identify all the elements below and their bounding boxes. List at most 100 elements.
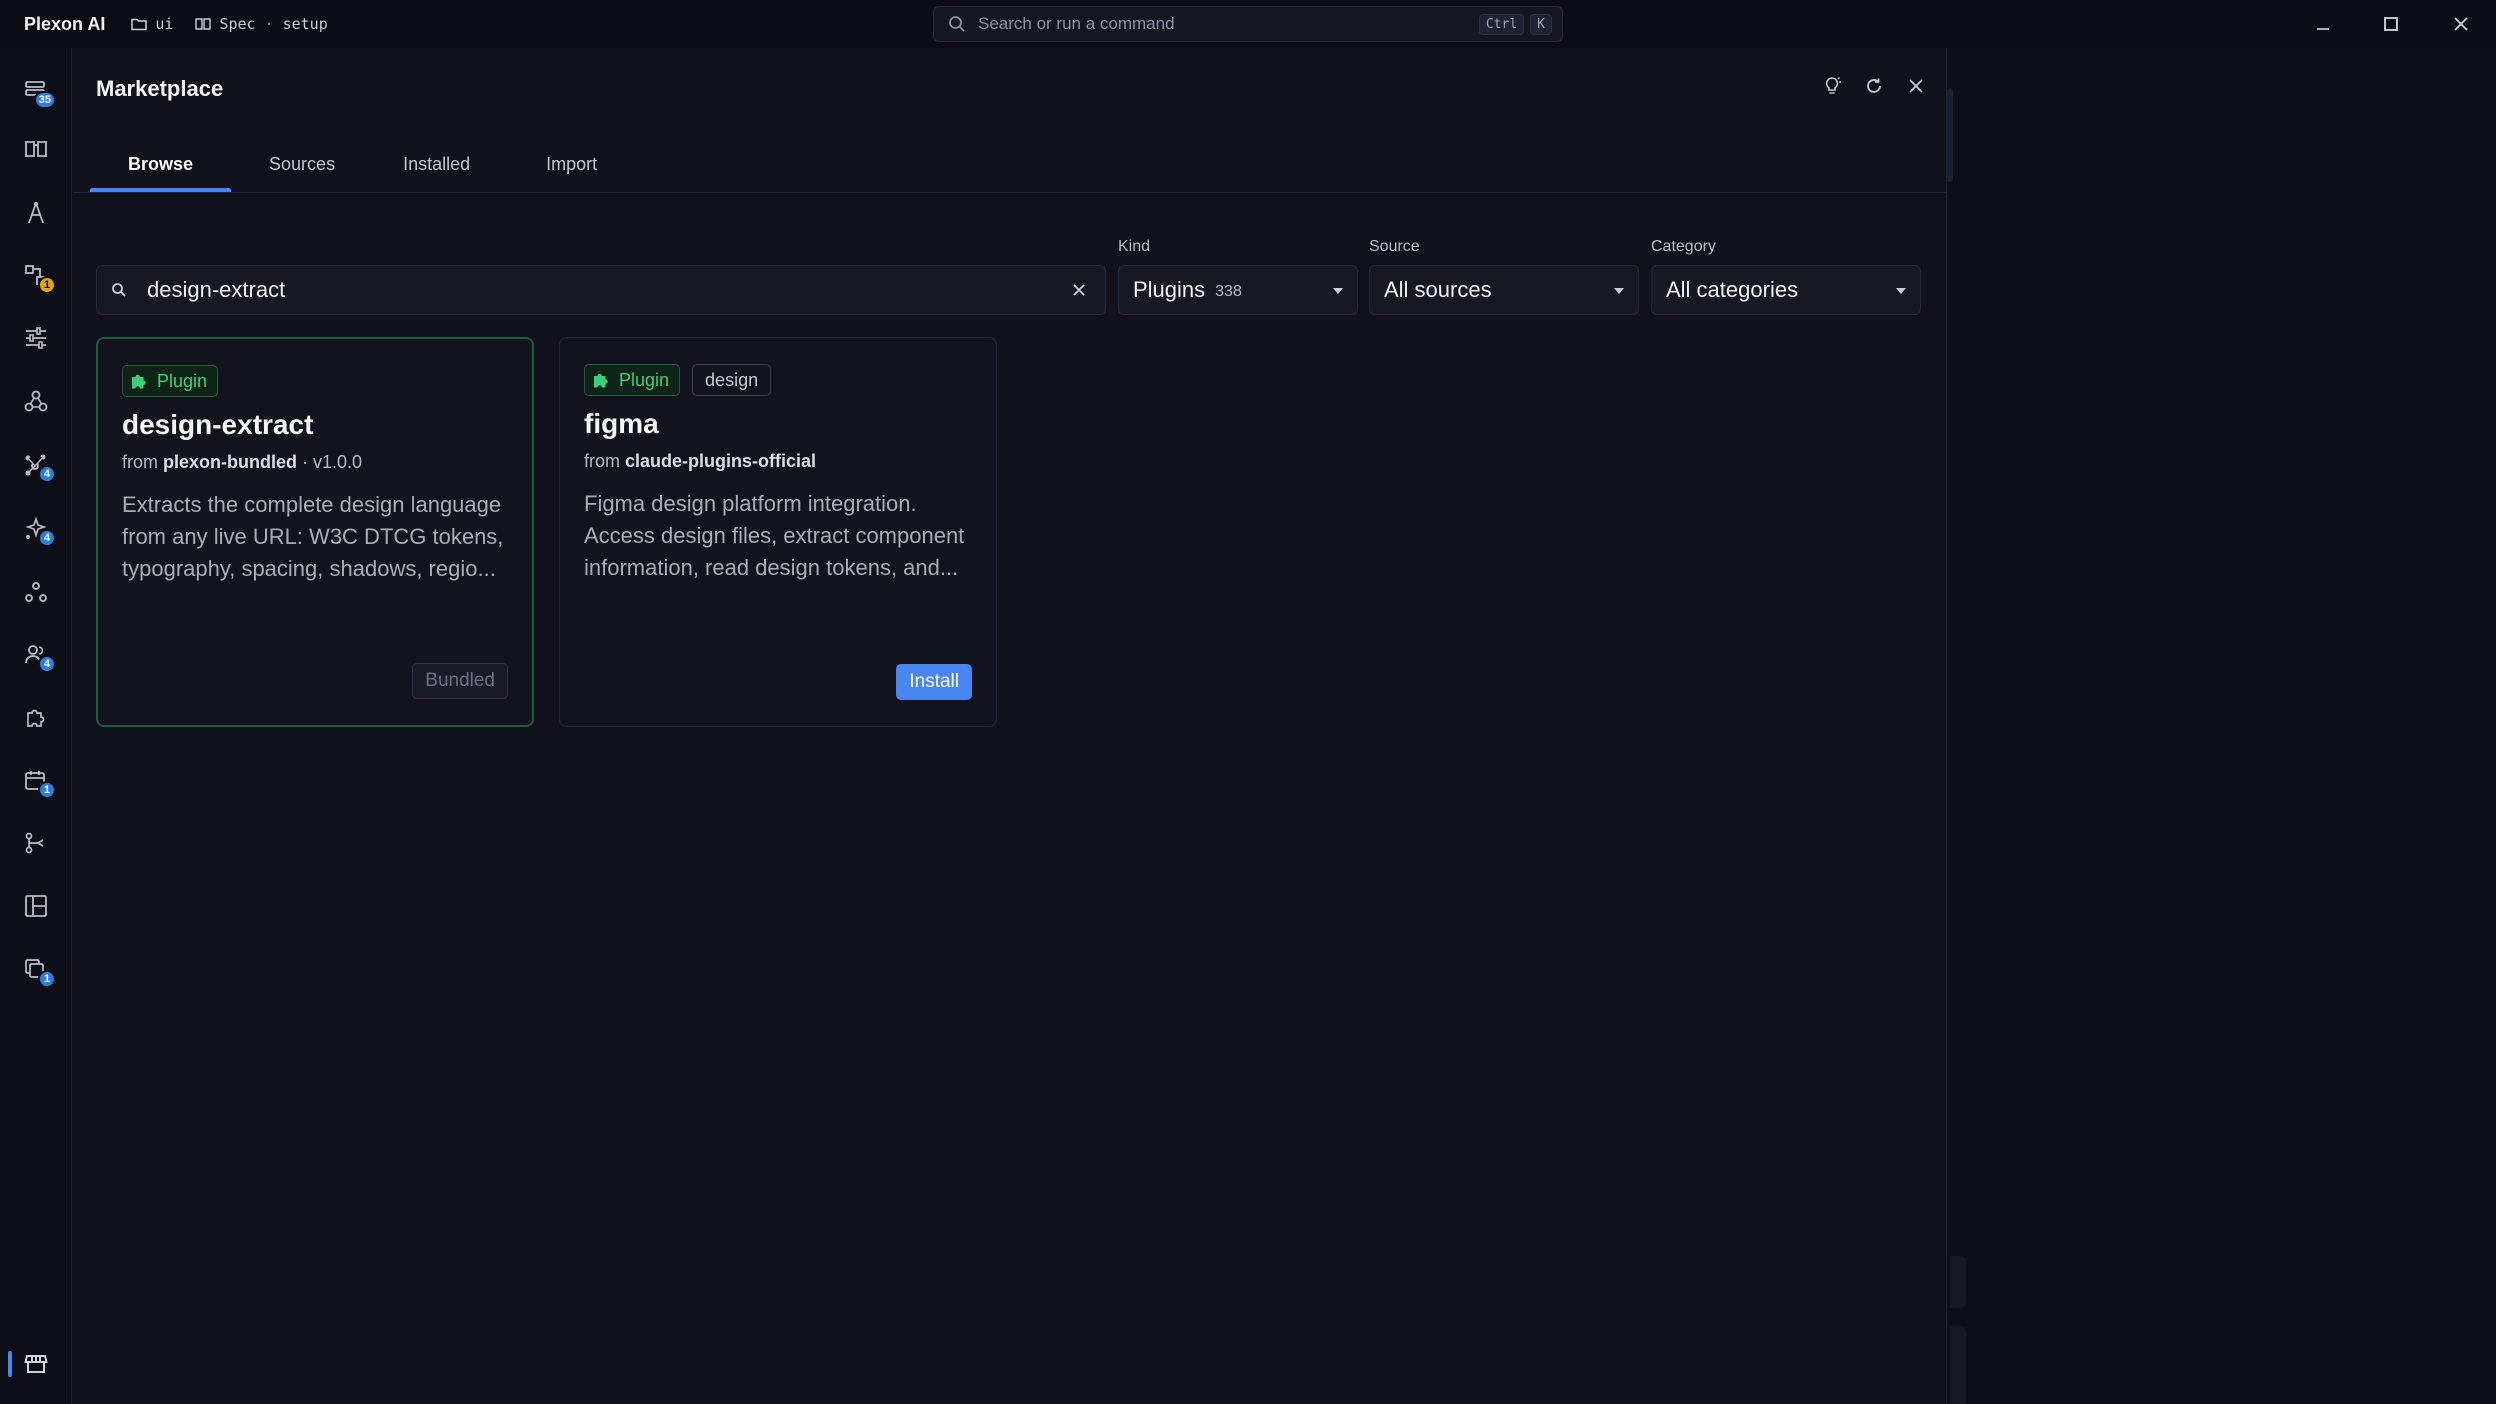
- card-source: from plexon-bundled · v1.0.0: [122, 452, 362, 473]
- chevron-down-icon: [1614, 288, 1624, 294]
- refresh-button[interactable]: [1864, 76, 1884, 96]
- close-panel-button[interactable]: [1906, 76, 1926, 96]
- marketplace-tabs: Browse Sources Installed Import: [90, 136, 635, 192]
- category-filter: Category All categories: [1651, 238, 1921, 315]
- webhook-icon: [24, 390, 48, 412]
- card-description: Figma design platform integration. Acces…: [584, 491, 965, 580]
- rail-item-compass[interactable]: [16, 193, 56, 233]
- card-source: from claude-plugins-official: [584, 451, 816, 472]
- rail-item-sliders[interactable]: [16, 318, 56, 358]
- puzzle-icon: [27, 709, 45, 727]
- plugin-badge: Plugin: [122, 365, 219, 397]
- command-search[interactable]: Search or run a command Ctrl K: [933, 6, 1563, 42]
- category-value: All categories: [1666, 277, 1799, 302]
- side-handle[interactable]: [1950, 1326, 1966, 1404]
- rail-item-webhooks[interactable]: [16, 381, 56, 421]
- close-icon: [1909, 79, 1923, 93]
- shortcut-key: K: [1530, 14, 1552, 35]
- compass-icon: [28, 202, 44, 224]
- rail-item-plugins[interactable]: [16, 698, 56, 738]
- search-input[interactable]: [145, 270, 1059, 310]
- rail-item-agents[interactable]: 4: [16, 509, 56, 549]
- store-icon: [24, 1355, 48, 1373]
- close-icon: [1073, 284, 1085, 296]
- rail-item-schedule[interactable]: 1: [16, 761, 56, 801]
- tabs-divider: [73, 192, 1947, 193]
- search-icon: [111, 282, 127, 298]
- rail-badge: 4: [38, 529, 56, 547]
- card-version: · v1.0.0: [302, 452, 363, 472]
- app-name: Plexon AI: [24, 13, 106, 34]
- rail-item-book[interactable]: [16, 129, 56, 169]
- editor-area: [1948, 48, 2496, 1404]
- rail-item-workflow[interactable]: 1: [16, 256, 56, 296]
- activity-rail: 35 1 4 4 4 1 1: [0, 48, 72, 1404]
- plugin-badge-label: Plugin: [157, 370, 208, 391]
- kind-value: Plugins: [1133, 277, 1206, 302]
- side-handle[interactable]: [1950, 1256, 1966, 1308]
- shortcut-hint: Ctrl K: [1478, 14, 1552, 35]
- plugin-card-figma[interactable]: Plugin design figma from claude-plugins-…: [559, 337, 997, 727]
- maximize-button[interactable]: [2356, 0, 2426, 48]
- tab-browse[interactable]: Browse: [90, 136, 232, 192]
- kind-filter: Kind Plugins 338: [1118, 238, 1358, 315]
- lightbulb-icon: [1825, 77, 1841, 94]
- panel-actions: [1822, 76, 1926, 96]
- chevron-down-icon: [1333, 288, 1343, 294]
- source-value: All sources: [1384, 277, 1492, 302]
- card-name: design-extract: [122, 409, 314, 440]
- search-icon: [948, 15, 966, 33]
- category-label: Category: [1651, 238, 1716, 255]
- tab-sources[interactable]: Sources: [231, 136, 373, 192]
- rail-item-layers[interactable]: 1: [16, 950, 56, 990]
- maximize-icon: [2384, 17, 2398, 31]
- rail-badge: 1: [38, 781, 56, 799]
- source-filter: Source All sources: [1369, 238, 1639, 315]
- folder-icon: [131, 17, 148, 31]
- close-window-button[interactable]: [2426, 0, 2496, 48]
- source-select[interactable]: All sources: [1369, 265, 1639, 315]
- minimize-button[interactable]: [2288, 0, 2358, 48]
- kind-count: 338: [1215, 283, 1242, 300]
- rail-item-branches[interactable]: [16, 823, 56, 863]
- branch-icon: [25, 832, 44, 854]
- rail-item-sessions[interactable]: 35: [16, 71, 56, 111]
- marketplace-search[interactable]: [96, 265, 1106, 315]
- kind-select[interactable]: Plugins 338: [1118, 265, 1358, 315]
- category-select[interactable]: All categories: [1651, 265, 1921, 315]
- install-button[interactable]: Install: [896, 664, 972, 700]
- category-tag: design: [692, 364, 772, 396]
- tab-import[interactable]: Import: [506, 136, 635, 192]
- spec-label: Spec: [219, 15, 256, 33]
- rail-item-team[interactable]: 4: [16, 635, 56, 675]
- plugin-badge: Plugin: [584, 364, 681, 396]
- source-label: Source: [1369, 238, 1420, 255]
- rail-badge: 1: [38, 276, 56, 294]
- rail-active-indicator: [8, 1351, 12, 1377]
- spec-name: setup: [282, 15, 328, 33]
- plugin-card-design-extract[interactable]: Plugin design-extract from plexon-bundle…: [96, 337, 534, 727]
- book-icon: [195, 17, 212, 31]
- rail-item-graph[interactable]: 4: [16, 445, 56, 485]
- rail-item-layout[interactable]: [16, 886, 56, 926]
- puzzle-icon: [591, 370, 611, 390]
- rail-item-nodes[interactable]: [16, 572, 56, 612]
- shortcut-ctrl: Ctrl: [1478, 14, 1525, 35]
- card-from-prefix: from: [122, 452, 158, 472]
- card-name: figma: [584, 408, 659, 439]
- project-breadcrumb[interactable]: ui: [131, 15, 173, 33]
- rail-item-marketplace[interactable]: [16, 1344, 56, 1384]
- spec-breadcrumb[interactable]: Spec · setup: [195, 15, 328, 33]
- marketplace-panel: Marketplace Browse Sources Installed Imp…: [73, 48, 1947, 1404]
- tab-installed[interactable]: Installed: [373, 136, 506, 192]
- clear-search-button[interactable]: [1059, 270, 1099, 310]
- puzzle-icon: [129, 371, 149, 391]
- project-name: ui: [155, 15, 174, 33]
- card-source-name: plexon-bundled: [163, 452, 298, 472]
- panel-scrollbar[interactable]: [1947, 88, 1953, 182]
- rail-badge: 1: [38, 970, 56, 988]
- card-source-name: claude-plugins-official: [625, 451, 817, 471]
- page-title: Marketplace: [96, 76, 224, 101]
- suggest-button[interactable]: [1822, 76, 1842, 96]
- kind-label: Kind: [1118, 238, 1151, 255]
